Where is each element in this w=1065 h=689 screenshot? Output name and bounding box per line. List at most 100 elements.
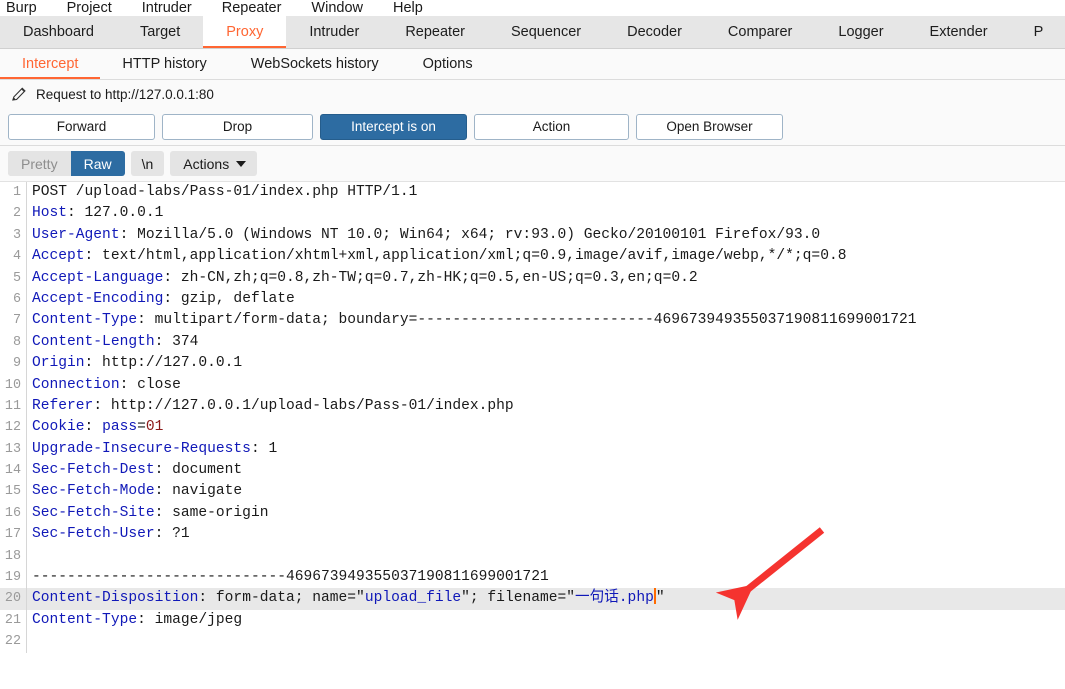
tab-extender[interactable]: Extender [907, 16, 1011, 48]
tab-project-options[interactable]: P [1011, 16, 1065, 48]
gutter-divider [26, 182, 27, 204]
code-line-content[interactable]: Content-Disposition: form-data; name="up… [32, 588, 1065, 609]
tab-repeater[interactable]: Repeater [382, 16, 488, 48]
code-line-content[interactable]: -----------------------------46967394935… [32, 567, 1065, 588]
code-line[interactable]: 8 Content-Length: 374 [0, 331, 1065, 354]
line-number: 6 [12, 291, 21, 307]
code-line-content[interactable]: User-Agent: Mozilla/5.0 (Windows NT 10.0… [32, 225, 1065, 246]
intercept-toggle-button[interactable]: Intercept is on [320, 113, 467, 140]
code-line-content[interactable]: Accept-Language: zh-CN,zh;q=0.8,zh-TW;q=… [32, 268, 1065, 289]
code-line-content[interactable]: Content-Type: multipart/form-data; bound… [32, 310, 1065, 331]
menu-item-help[interactable]: Help [393, 1, 437, 16]
code-line-content[interactable]: Cookie: pass=01 [32, 417, 1065, 438]
gutter-divider [26, 353, 27, 375]
code-segment: : zh-CN,zh;q=0.8,zh-TW;q=0.7,zh-HK;q=0.5… [163, 269, 698, 286]
request-editor[interactable]: 1 POST /upload-labs/Pass-01/index.php HTT… [0, 182, 1065, 662]
line-number: 8 [12, 334, 21, 350]
proxy-sub-tab-strip: Intercept HTTP history WebSockets histor… [0, 49, 1065, 80]
request-code-lines[interactable]: 1 POST /upload-labs/Pass-01/index.php HTT… [0, 182, 1065, 653]
line-number: 1 [12, 185, 21, 200]
tab-comparer[interactable]: Comparer [705, 16, 815, 48]
code-line[interactable]: 10 Connection: close [0, 374, 1065, 396]
action-button[interactable]: Action [474, 113, 629, 140]
code-line[interactable]: 21 Content-Type: image/jpeg [0, 609, 1065, 632]
code-line[interactable]: 1 POST /upload-labs/Pass-01/index.php HTT… [0, 182, 1065, 204]
tab-target[interactable]: Target [117, 16, 203, 48]
subtab-http-history[interactable]: HTTP history [100, 49, 228, 79]
code-line-content[interactable]: Sec-Fetch-Site: same-origin [32, 503, 1065, 524]
code-line-content[interactable]: Referer: http://127.0.0.1/upload-labs/Pa… [32, 396, 1065, 417]
code-line-content[interactable]: Content-Type: image/jpeg [32, 610, 1065, 631]
gutter-divider [26, 481, 27, 503]
actions-dropdown[interactable]: Actions [170, 151, 258, 176]
subtab-websockets-history[interactable]: WebSockets history [229, 49, 401, 79]
tab-dashboard[interactable]: Dashboard [0, 16, 117, 48]
raw-view-button[interactable]: Raw [70, 151, 125, 176]
code-line-content[interactable]: Accept-Encoding: gzip, deflate [32, 289, 1065, 310]
code-line[interactable]: 4 Accept: text/html,application/xhtml+xml… [0, 246, 1065, 268]
code-line-content[interactable]: Origin: http://127.0.0.1 [32, 353, 1065, 374]
code-segment: POST /upload-labs/Pass-01/index.php HTTP… [32, 184, 418, 200]
request-target-label: Request to http://127.0.0.1:80 [36, 86, 214, 102]
code-line[interactable]: 2 Host: 127.0.0.1 [0, 203, 1065, 225]
line-number: 3 [12, 227, 21, 243]
code-line-content[interactable]: Upgrade-Insecure-Requests: 1 [32, 439, 1065, 460]
code-segment: Host [32, 205, 68, 222]
code-segment: "; filename=" [461, 590, 576, 607]
newline-toggle-button[interactable]: \n [130, 151, 165, 176]
code-segment: Accept [32, 248, 85, 265]
code-line[interactable]: 9 Origin: http://127.0.0.1 [0, 353, 1065, 375]
code-segment: : navigate [154, 483, 243, 500]
code-line-content[interactable]: Host: 127.0.0.1 [32, 203, 1065, 224]
code-line-content[interactable]: Sec-Fetch-User: ?1 [32, 524, 1065, 545]
code-line[interactable]: 5 Accept-Language: zh-CN,zh;q=0.8,zh-TW;q… [0, 267, 1065, 289]
menu-item-burp[interactable]: Burp [6, 1, 51, 16]
gutter-divider [26, 631, 27, 653]
tab-proxy[interactable]: Proxy [203, 16, 287, 48]
code-segment: : 127.0.0.1 [67, 205, 164, 222]
code-line[interactable]: 3 User-Agent: Mozilla/5.0 (Windows NT 10.… [0, 224, 1065, 247]
code-line-content[interactable]: Accept: text/html,application/xhtml+xml,… [32, 246, 1065, 267]
tab-sequencer[interactable]: Sequencer [488, 16, 604, 48]
menu-item-window[interactable]: Window [311, 1, 377, 16]
subtab-options[interactable]: Options [401, 49, 495, 79]
menu-item-repeater[interactable]: Repeater [222, 1, 296, 16]
code-line[interactable]: 6 Accept-Encoding: gzip, deflate [0, 288, 1065, 311]
code-line[interactable]: 19 -----------------------------469673949… [0, 567, 1065, 589]
code-line-content[interactable]: Content-Length: 374 [32, 332, 1065, 353]
main-tab-strip: Dashboard Target Proxy Intruder Repeater… [0, 16, 1065, 49]
open-browser-button[interactable]: Open Browser [636, 113, 783, 140]
code-line-content[interactable]: POST /upload-labs/Pass-01/index.php HTTP… [32, 182, 1065, 203]
line-number: 19 [4, 570, 21, 586]
code-line-content[interactable]: Connection: close [32, 375, 1065, 396]
tab-logger[interactable]: Logger [815, 16, 906, 48]
code-line-content[interactable]: Sec-Fetch-Mode: navigate [32, 481, 1065, 502]
code-line[interactable]: 17 Sec-Fetch-User: ?1 [0, 524, 1065, 546]
code-line[interactable]: 18 [0, 545, 1065, 568]
tab-decoder[interactable]: Decoder [604, 16, 705, 48]
tab-intruder[interactable]: Intruder [286, 16, 382, 48]
code-line[interactable]: 11 Referer: http://127.0.0.1/upload-labs/… [0, 395, 1065, 418]
menu-item-project[interactable]: Project [67, 1, 126, 16]
code-line[interactable]: 16 Sec-Fetch-Site: same-origin [0, 502, 1065, 525]
code-segment: Upgrade-Insecure-Requests [32, 440, 251, 457]
code-line[interactable]: 15 Sec-Fetch-Mode: navigate [0, 481, 1065, 503]
code-line[interactable]: 13 Upgrade-Insecure-Requests: 1 [0, 438, 1065, 461]
pretty-view-button[interactable]: Pretty [8, 151, 71, 176]
code-line[interactable]: 12 Cookie: pass=01 [0, 417, 1065, 439]
menu-item-intruder[interactable]: Intruder [142, 1, 206, 16]
code-line[interactable]: 7 Content-Type: multipart/form-data; boun… [0, 310, 1065, 332]
drop-button[interactable]: Drop [162, 113, 313, 140]
line-number: 12 [4, 420, 21, 436]
forward-button[interactable]: Forward [8, 113, 155, 140]
code-line-content[interactable]: Sec-Fetch-Dest: document [32, 460, 1065, 481]
subtab-intercept[interactable]: Intercept [0, 49, 101, 79]
code-segment: " [655, 590, 665, 607]
line-number: 4 [12, 249, 21, 265]
gutter-divider [26, 246, 27, 268]
code-line[interactable]: 22 [0, 631, 1065, 653]
gutter-divider [26, 524, 27, 546]
code-line[interactable]: 14 Sec-Fetch-Dest: document [0, 460, 1065, 482]
line-number: 18 [4, 548, 21, 564]
code-line[interactable]: 20 Content-Disposition: form-data; name="… [0, 588, 1065, 610]
